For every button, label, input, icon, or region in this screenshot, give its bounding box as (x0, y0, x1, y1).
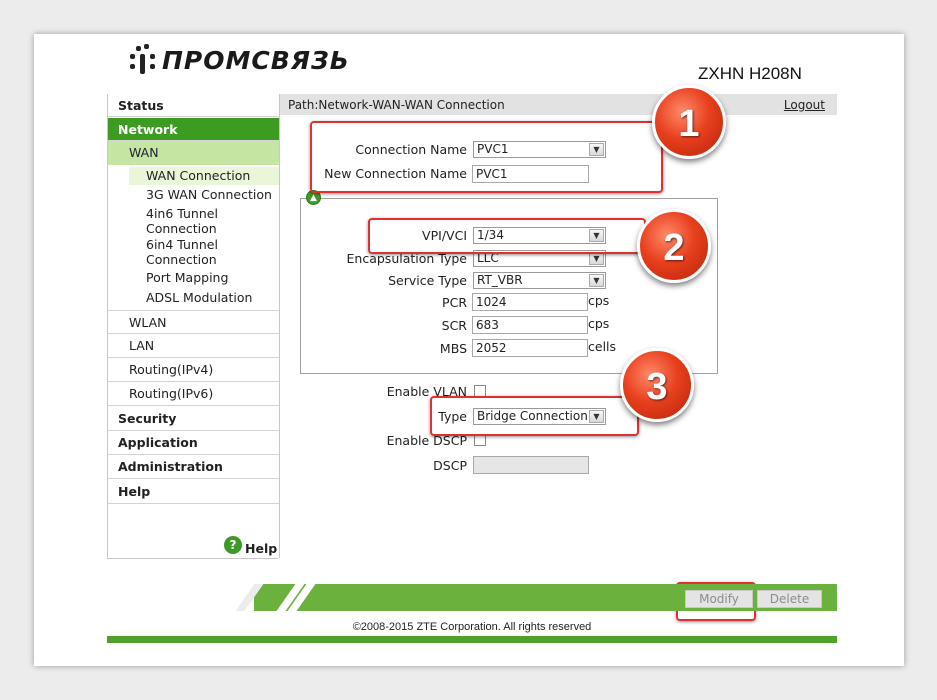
dscp-input[interactable] (473, 456, 589, 474)
pcr-label: PCR (442, 295, 467, 310)
scr-input[interactable]: 683 (472, 316, 588, 334)
mbs-input[interactable]: 2052 (472, 339, 588, 357)
delete-button[interactable]: Delete (757, 590, 822, 608)
service-type-value: RT_VBR (477, 273, 523, 287)
sidebar-item-4in6-tunnel-line1[interactable]: 4in6 Tunnel (129, 206, 279, 222)
scr-unit: cps (588, 316, 610, 331)
sidebar-item-administration[interactable]: Administration (108, 455, 279, 479)
step-badge-2: 2 (637, 209, 711, 283)
highlight-vpi-vci (368, 218, 646, 254)
chevron-down-icon: ▼ (589, 274, 604, 287)
path-bar: Path:Network-WAN-WAN Connection Logout (280, 94, 837, 115)
sidebar-item-routing-ipv4[interactable]: Routing(IPv4) (108, 358, 279, 382)
footer-green-line (107, 636, 837, 643)
service-type-label: Service Type (388, 273, 467, 288)
sidebar-item-security[interactable]: Security (108, 407, 279, 431)
promsvyaz-logo: ПРОМСВЯЗЬ (128, 44, 350, 76)
sidebar-item-help[interactable]: Help (108, 480, 279, 504)
scr-label: SCR (441, 318, 467, 333)
step-badge-1: 1 (652, 85, 726, 159)
sidebar-item-wan-connection[interactable]: WAN Connection (129, 167, 279, 185)
dscp-label: DSCP (433, 458, 467, 473)
sidebar-item-6in4-tunnel-line2[interactable]: Connection (129, 252, 279, 268)
sidebar-item-routing-ipv6[interactable]: Routing(IPv6) (108, 382, 279, 406)
help-link[interactable]: ? Help (224, 533, 277, 556)
copyright: ©2008-2015 ZTE Corporation. All rights r… (352, 621, 592, 633)
mbs-label: MBS (439, 341, 467, 356)
pcr-input[interactable]: 1024 (472, 293, 588, 311)
help-icon[interactable]: ? (224, 535, 242, 554)
pcr-unit: cps (588, 293, 610, 308)
sidebar-item-adsl-modulation[interactable]: ADSL Modulation (129, 290, 279, 306)
logo-text: ПРОМСВЯЗЬ (162, 45, 350, 75)
logo-mark-icon (128, 44, 158, 76)
help-link-label[interactable]: Help (245, 541, 277, 556)
sidebar-item-3g-wan-connection[interactable]: 3G WAN Connection (129, 187, 279, 203)
logout-link[interactable]: Logout (784, 98, 825, 112)
sidebar-item-4in6-tunnel-line2[interactable]: Connection (129, 221, 279, 237)
device-model: ZXHN H208N (698, 64, 802, 83)
highlight-type (430, 396, 639, 436)
sidebar-item-network[interactable]: Network (108, 118, 279, 141)
sidebar-item-application[interactable]: Application (108, 431, 279, 455)
service-type-select[interactable]: RT_VBR ▼ (473, 272, 606, 289)
sidebar-item-wlan[interactable]: WLAN (108, 310, 279, 334)
step-badge-3: 3 (620, 348, 694, 422)
sidebar-item-lan[interactable]: LAN (108, 334, 279, 358)
sidebar-item-port-mapping[interactable]: Port Mapping (129, 270, 279, 286)
sidebar-divider (107, 558, 278, 559)
sidebar-item-status[interactable]: Status (108, 94, 279, 117)
sidebar: Status Network WAN WAN Connection 3G WAN… (107, 94, 280, 558)
sidebar-item-wan[interactable]: WAN (108, 141, 279, 165)
breadcrumb: Path:Network-WAN-WAN Connection (288, 98, 505, 112)
highlight-connection-name (310, 121, 663, 193)
mbs-unit: cells (588, 339, 617, 354)
sidebar-item-6in4-tunnel-line1[interactable]: 6in4 Tunnel (129, 237, 279, 253)
modify-button[interactable]: Modify (685, 590, 753, 608)
